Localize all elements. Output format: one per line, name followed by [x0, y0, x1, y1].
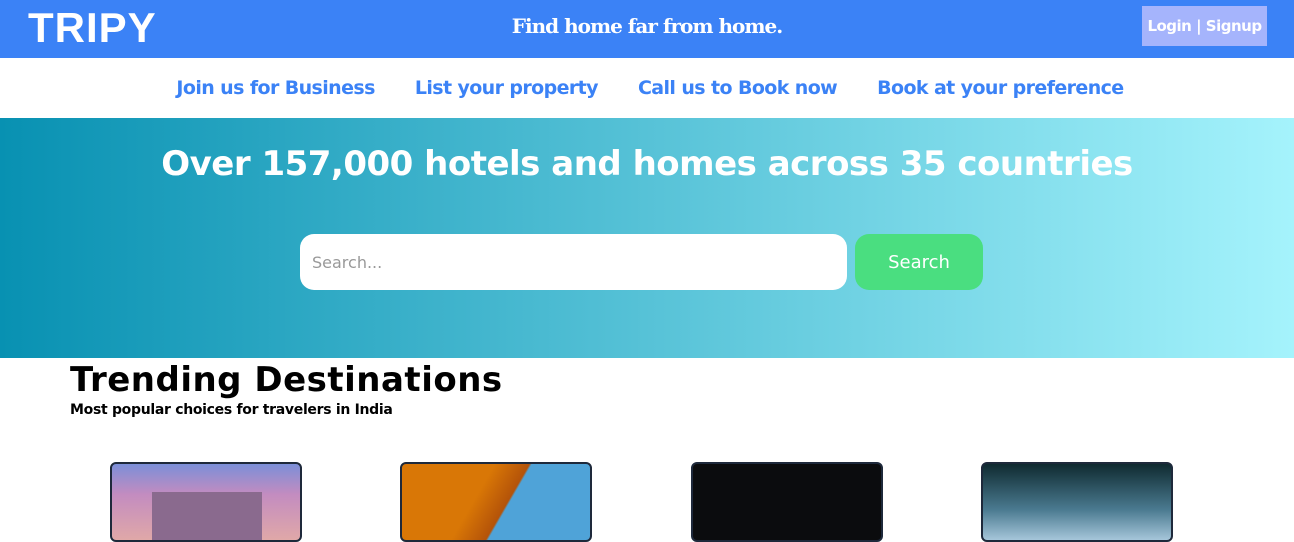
hero-title: Over 157,000 hotels and homes across 35 …: [161, 144, 1133, 184]
destination-card[interactable]: [981, 462, 1173, 542]
search-button[interactable]: Search: [855, 234, 983, 290]
destination-card[interactable]: [400, 462, 592, 542]
nav-call-book[interactable]: Call us to Book now: [638, 77, 838, 99]
search-input[interactable]: [300, 234, 847, 290]
hero: Over 157,000 hotels and homes across 35 …: [0, 118, 1294, 358]
destination-image: [152, 492, 262, 540]
login-signup-button[interactable]: Login | Signup: [1142, 6, 1267, 46]
destination-card[interactable]: [691, 462, 883, 542]
trending-title: Trending Destinations: [70, 360, 503, 400]
tagline: Find home far from home.: [511, 14, 783, 38]
trending-subtitle: Most popular choices for travelers in In…: [70, 402, 393, 418]
destination-card[interactable]: [110, 462, 302, 542]
nav-join-business[interactable]: Join us for Business: [176, 77, 375, 99]
top-bar: TRIPY Find home far from home. Login | S…: [0, 0, 1294, 58]
nav-bar: Join us for Business List your property …: [0, 58, 1294, 118]
nav-book-preference[interactable]: Book at your preference: [877, 77, 1124, 99]
nav-list-property[interactable]: List your property: [415, 77, 599, 99]
